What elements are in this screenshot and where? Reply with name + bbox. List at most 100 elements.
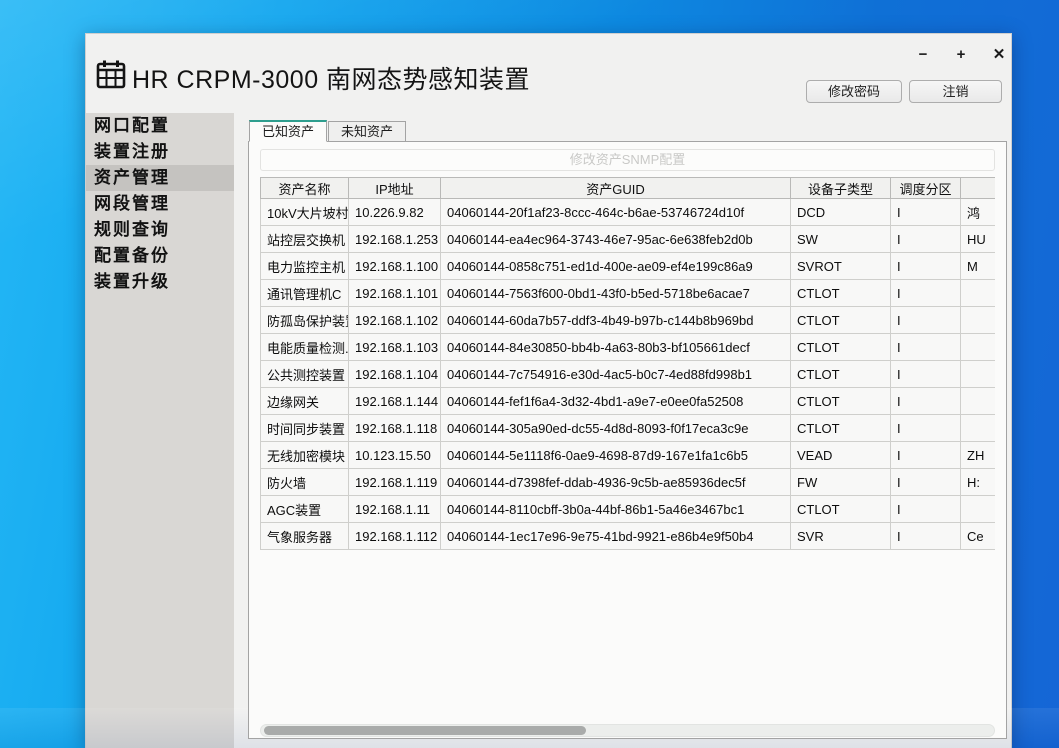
table-cell: I: [891, 361, 961, 388]
app-title: HR CRPM-3000 南网态势感知装置: [132, 60, 530, 96]
table-cell: 192.168.1.112: [349, 523, 441, 550]
sidebar-item-rule-query[interactable]: 规则查询: [86, 217, 234, 243]
maximize-button[interactable]: +: [942, 42, 980, 68]
table-cell: I: [891, 334, 961, 361]
tab-bar: 已知资产未知资产: [249, 121, 407, 142]
table-row[interactable]: AGC装置192.168.1.1104060144-8110cbff-3b0a-…: [261, 496, 996, 523]
table-cell: I: [891, 496, 961, 523]
table-cell: 04060144-20f1af23-8ccc-464c-b6ae-5374672…: [441, 199, 791, 226]
horizontal-scrollbar[interactable]: [260, 724, 995, 737]
table-cell: CTLOT: [791, 334, 891, 361]
column-header[interactable]: 调度分区: [891, 178, 961, 199]
table-cell: 无线加密模块: [261, 442, 349, 469]
table-cell: 192.168.1.104: [349, 361, 441, 388]
table-cell: SW: [791, 226, 891, 253]
table-cell: 04060144-fef1f6a4-3d32-4bd1-a9e7-e0ee0fa…: [441, 388, 791, 415]
column-header[interactable]: IP地址: [349, 178, 441, 199]
table-cell: CTLOT: [791, 496, 891, 523]
table-row[interactable]: 公共测控装置192.168.1.10404060144-7c754916-e30…: [261, 361, 996, 388]
table-row[interactable]: 无线加密模块10.123.15.5004060144-5e1118f6-0ae9…: [261, 442, 996, 469]
table-cell: 10.123.15.50: [349, 442, 441, 469]
table-cell: 04060144-305a90ed-dc55-4d8d-8093-f0f17ec…: [441, 415, 791, 442]
minimize-button[interactable]: −: [904, 42, 942, 68]
table-row[interactable]: 站控层交换机192.168.1.25304060144-ea4ec964-374…: [261, 226, 996, 253]
table-cell: M: [961, 253, 996, 280]
table-cell: 防孤岛保护装置: [261, 307, 349, 334]
table-cell: 192.168.1.100: [349, 253, 441, 280]
column-header[interactable]: [961, 178, 996, 199]
table-row[interactable]: 防火墙192.168.1.11904060144-d7398fef-ddab-4…: [261, 469, 996, 496]
table-cell: I: [891, 199, 961, 226]
table-cell: 04060144-7563f600-0bd1-43f0-b5ed-5718be6…: [441, 280, 791, 307]
column-header[interactable]: 资产名称: [261, 178, 349, 199]
sidebar-item-subnet-management[interactable]: 网段管理: [86, 191, 234, 217]
table-cell: CTLOT: [791, 280, 891, 307]
table-cell: Ce: [961, 523, 996, 550]
table-cell: FW: [791, 469, 891, 496]
table-cell: 192.168.1.253: [349, 226, 441, 253]
table-cell: 站控层交换机: [261, 226, 349, 253]
table-row[interactable]: 气象服务器192.168.1.11204060144-1ec17e96-9e75…: [261, 523, 996, 550]
table-cell: 04060144-0858c751-ed1d-400e-ae09-ef4e199…: [441, 253, 791, 280]
table-row[interactable]: 电力监控主机192.168.1.10004060144-0858c751-ed1…: [261, 253, 996, 280]
table-cell: CTLOT: [791, 415, 891, 442]
sidebar-item-asset-management[interactable]: 资产管理: [86, 165, 234, 191]
table-cell: DCD: [791, 199, 891, 226]
table-cell: 04060144-1ec17e96-9e75-41bd-9921-e86b4e9…: [441, 523, 791, 550]
table-cell: SVROT: [791, 253, 891, 280]
table-row[interactable]: 时间同步装置192.168.1.11804060144-305a90ed-dc5…: [261, 415, 996, 442]
table-cell: 鸿: [961, 199, 996, 226]
table-cell: I: [891, 442, 961, 469]
table-cell: 电力监控主机: [261, 253, 349, 280]
table-row[interactable]: 通讯管理机C192.168.1.10104060144-7563f600-0bd…: [261, 280, 996, 307]
sidebar-item-config-backup[interactable]: 配置备份: [86, 243, 234, 269]
table-cell: I: [891, 226, 961, 253]
table-cell: 192.168.1.11: [349, 496, 441, 523]
table-cell: I: [891, 307, 961, 334]
close-button[interactable]: ✕: [980, 42, 1018, 68]
column-header[interactable]: 设备子类型: [791, 178, 891, 199]
table-row[interactable]: 电能质量检测...192.168.1.10304060144-84e30850-…: [261, 334, 996, 361]
table-cell: I: [891, 469, 961, 496]
table-cell: 气象服务器: [261, 523, 349, 550]
modify-asset-snmp-config-button[interactable]: 修改资产SNMP配置: [260, 149, 995, 171]
table-row[interactable]: 10kV大片坡村...10.226.9.8204060144-20f1af23-…: [261, 199, 996, 226]
table-cell: 04060144-7c754916-e30d-4ac5-b0c7-4ed88fd…: [441, 361, 791, 388]
sidebar: 网口配置装置注册资产管理网段管理规则查询配置备份装置升级: [86, 113, 234, 748]
table-cell: CTLOT: [791, 361, 891, 388]
desktop-background: HR CRPM-3000 南网态势感知装置 −+✕ 修改密码 注销 网口配置装置…: [0, 0, 1059, 748]
table-cell: 04060144-84e30850-bb4b-4a63-80b3-bf10566…: [441, 334, 791, 361]
change-password-button[interactable]: 修改密码: [806, 80, 902, 103]
table-cell: I: [891, 280, 961, 307]
column-header[interactable]: 资产GUID: [441, 178, 791, 199]
table-cell: 电能质量检测...: [261, 334, 349, 361]
table-cell: 04060144-5e1118f6-0ae9-4698-87d9-167e1fa…: [441, 442, 791, 469]
table-cell: [961, 334, 996, 361]
window-controls: −+✕: [904, 42, 1018, 68]
horizontal-scrollbar-thumb[interactable]: [264, 726, 586, 735]
table-cell: 边缘网关: [261, 388, 349, 415]
sidebar-item-device-register[interactable]: 装置注册: [86, 139, 234, 165]
assets-table: 资产名称IP地址资产GUID设备子类型调度分区 10kV大片坡村...10.22…: [260, 177, 995, 550]
table-cell: [961, 388, 996, 415]
sidebar-item-network-port-config[interactable]: 网口配置: [86, 113, 234, 139]
app-window: HR CRPM-3000 南网态势感知装置 −+✕ 修改密码 注销 网口配置装置…: [85, 33, 1012, 748]
table-cell: 192.168.1.101: [349, 280, 441, 307]
table-cell: 04060144-ea4ec964-3743-46e7-95ac-6e638fe…: [441, 226, 791, 253]
table-row[interactable]: 防孤岛保护装置192.168.1.10204060144-60da7b57-dd…: [261, 307, 996, 334]
assets-table-wrap: 资产名称IP地址资产GUID设备子类型调度分区 10kV大片坡村...10.22…: [260, 177, 995, 585]
table-cell: I: [891, 253, 961, 280]
tab-unknown-assets[interactable]: 未知资产: [328, 121, 406, 142]
tab-known-assets[interactable]: 已知资产: [249, 120, 327, 142]
table-cell: SVR: [791, 523, 891, 550]
assets-table-head: 资产名称IP地址资产GUID设备子类型调度分区: [261, 178, 996, 199]
table-cell: AGC装置: [261, 496, 349, 523]
table-cell: ZH: [961, 442, 996, 469]
table-cell: 防火墙: [261, 469, 349, 496]
table-cell: CTLOT: [791, 307, 891, 334]
logout-button[interactable]: 注销: [909, 80, 1002, 103]
table-cell: 时间同步装置: [261, 415, 349, 442]
table-row[interactable]: 边缘网关192.168.1.14404060144-fef1f6a4-3d32-…: [261, 388, 996, 415]
table-cell: 04060144-8110cbff-3b0a-44bf-86b1-5a46e34…: [441, 496, 791, 523]
sidebar-item-device-upgrade[interactable]: 装置升级: [86, 269, 234, 295]
